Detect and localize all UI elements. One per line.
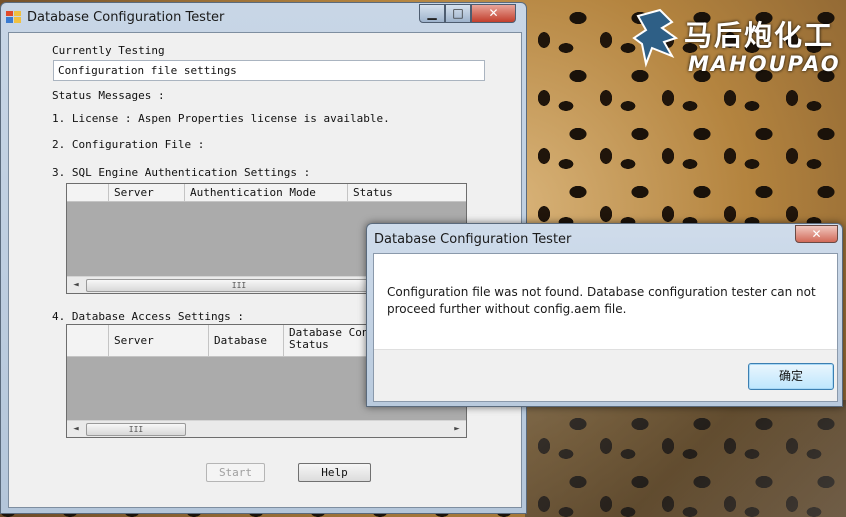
app-icon	[6, 11, 21, 23]
dialog-footer: 确定	[374, 349, 837, 401]
scroll-thumb[interactable]: III	[86, 279, 392, 292]
dialog-message: Configuration file was not found. Databa…	[387, 285, 816, 316]
watermark-logo: 马后炮化工 MAHOUPAO	[632, 8, 842, 78]
watermark-english-text: MAHOUPAO	[688, 52, 841, 76]
dialog-close-button[interactable]: ✕	[795, 225, 838, 243]
column-header-auth-mode[interactable]: Authentication Mode	[184, 184, 347, 201]
currently-testing-label: Currently Testing	[52, 44, 165, 57]
dragon-logo-icon	[632, 8, 679, 68]
currently-testing-field[interactable]: Configuration file settings	[53, 60, 485, 81]
wallpaper-shadow	[525, 400, 846, 517]
status-messages-label: Status Messages :	[52, 89, 165, 102]
column-header-status-text: Status	[289, 338, 329, 351]
dialog-body: Configuration file was not found. Databa…	[373, 253, 838, 402]
row-header-cell	[67, 184, 108, 201]
column-header-server[interactable]: Server	[108, 184, 184, 201]
scroll-right-icon[interactable]: ►	[450, 423, 464, 436]
ok-button[interactable]: 确定	[748, 363, 834, 390]
column-header-server[interactable]: Server	[108, 325, 208, 356]
dialog-title: Database Configuration Tester	[374, 232, 572, 247]
window-title: Database Configuration Tester	[27, 10, 225, 25]
minimize-button[interactable]: ▁	[419, 4, 445, 23]
watermark-chinese-text: 马后炮化工	[684, 19, 835, 52]
maximize-button[interactable]: □	[445, 4, 471, 23]
error-dialog: Database Configuration Tester ✕ Configur…	[366, 223, 843, 407]
help-button[interactable]: Help	[298, 463, 371, 482]
sql-auth-heading: 3. SQL Engine Authentication Settings :	[52, 166, 311, 179]
row-header-cell	[67, 325, 108, 356]
close-button[interactable]: ✕	[471, 4, 516, 23]
start-button[interactable]: Start	[206, 463, 265, 482]
column-header-status[interactable]: Status	[347, 184, 466, 201]
config-file-status-text: 2. Configuration File :	[52, 138, 205, 151]
db-access-heading: 4. Database Access Settings :	[52, 310, 245, 323]
scroll-thumb[interactable]: III	[86, 423, 186, 436]
db-grid-scrollbar[interactable]: ◄ III ►	[67, 420, 466, 437]
sql-grid-header: Server Authentication Mode Status	[67, 184, 466, 202]
column-header-database[interactable]: Database	[208, 325, 283, 356]
scroll-left-icon[interactable]: ◄	[69, 279, 83, 292]
scroll-left-icon[interactable]: ◄	[69, 423, 83, 436]
license-status-text: 1. License : Aspen Properties license is…	[52, 112, 390, 125]
